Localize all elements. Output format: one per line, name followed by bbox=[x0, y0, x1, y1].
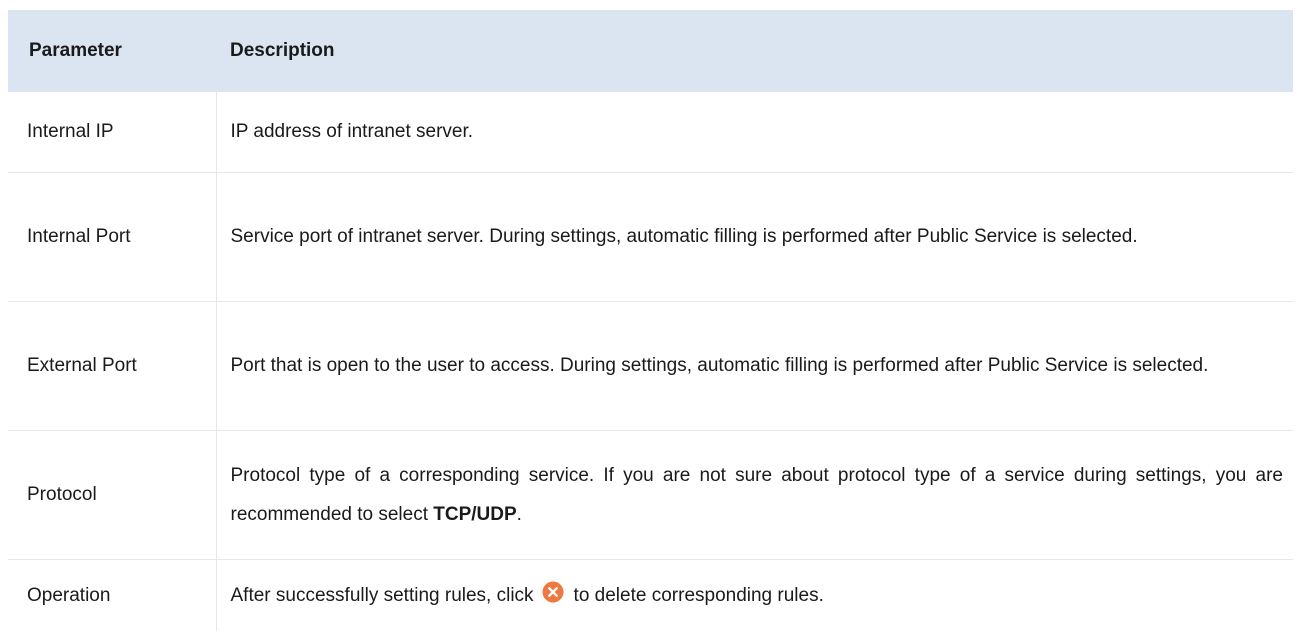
table-row: Protocol Protocol type of a correspondin… bbox=[8, 430, 1293, 560]
param-name: Operation bbox=[8, 559, 217, 631]
param-name: Internal IP bbox=[8, 92, 217, 173]
param-name: Internal Port bbox=[8, 172, 217, 302]
param-description: Service port of intranet server. During … bbox=[216, 172, 1293, 302]
table-row: External Port Port that is open to the u… bbox=[8, 301, 1293, 431]
delete-icon bbox=[542, 581, 564, 603]
param-description: Protocol type of a corresponding service… bbox=[216, 430, 1293, 560]
header-description: Description bbox=[230, 40, 335, 61]
param-name: Protocol bbox=[8, 430, 217, 560]
parameter-table: Parameter Description Internal IP IP add… bbox=[8, 10, 1293, 631]
description-text: After successfully setting rules, click bbox=[230, 584, 534, 606]
protocol-option-bold: TCP/UDP bbox=[433, 503, 517, 525]
table-row: Internal Port Service port of intranet s… bbox=[8, 172, 1293, 302]
table-row: Operation After successfully setting rul… bbox=[8, 559, 1293, 631]
description-text: . bbox=[516, 503, 522, 525]
param-description: After successfully setting rules, click t… bbox=[216, 559, 1293, 631]
description-text: Protocol type of a corresponding service… bbox=[230, 464, 1284, 525]
param-description: IP address of intranet server. bbox=[216, 92, 1293, 173]
description-text: to delete corresponding rules. bbox=[573, 584, 824, 606]
table-header-row: Parameter Description bbox=[8, 10, 1293, 92]
param-description: Port that is open to the user to access.… bbox=[216, 301, 1293, 431]
table-row: Internal IP IP address of intranet serve… bbox=[8, 92, 1293, 173]
param-name: External Port bbox=[8, 301, 217, 431]
header-parameter: Parameter bbox=[29, 40, 122, 61]
